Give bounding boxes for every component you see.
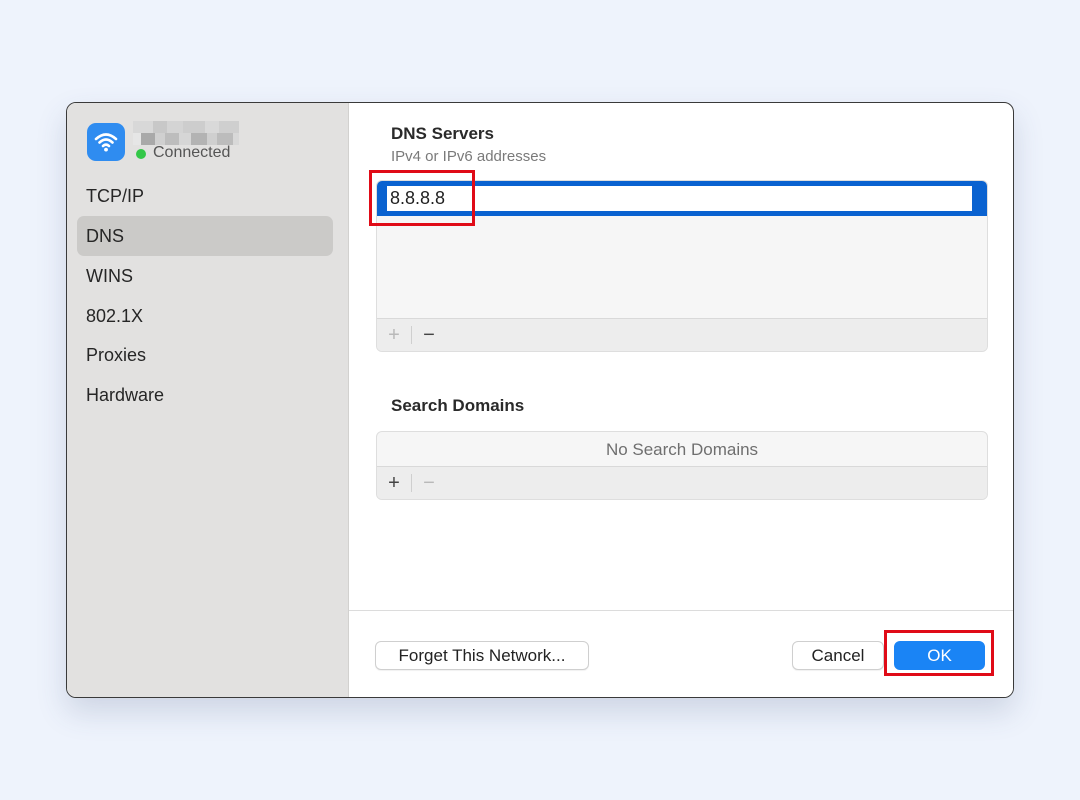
dns-panel: DNS Servers IPv4 or IPv6 addresses + − S… xyxy=(349,103,1013,697)
search-domains-empty-text: No Search Domains xyxy=(605,440,759,459)
dns-server-row-selected[interactable] xyxy=(377,181,987,216)
sidebar: Connected TCP/IP DNS WINS 802.1X Proxies… xyxy=(67,103,349,697)
dns-servers-subtitle: IPv4 or IPv6 addresses xyxy=(391,148,547,165)
connected-status-dot xyxy=(136,149,146,159)
dialog-footer: Forget This Network... Cancel OK xyxy=(349,610,1013,697)
search-domains-list: No Search Domains + − xyxy=(376,431,988,500)
sidebar-item-proxies[interactable]: Proxies xyxy=(77,335,333,375)
add-dns-server-button[interactable]: + xyxy=(378,319,410,351)
ok-button[interactable]: OK xyxy=(894,641,985,670)
sidebar-item-tcpip[interactable]: TCP/IP xyxy=(77,176,333,216)
search-domains-footer: + − xyxy=(377,466,987,499)
network-dns-dialog: Connected TCP/IP DNS WINS 802.1X Proxies… xyxy=(66,102,1014,698)
sidebar-item-dns[interactable]: DNS xyxy=(77,216,333,256)
remove-dns-server-button[interactable]: − xyxy=(413,319,445,351)
sidebar-item-wins[interactable]: WINS xyxy=(77,256,333,296)
dns-list-footer: + − xyxy=(377,318,987,351)
remove-search-domain-button[interactable]: − xyxy=(413,467,445,499)
cancel-button[interactable]: Cancel xyxy=(792,641,884,670)
sidebar-item-hardware[interactable]: Hardware xyxy=(77,375,333,415)
connection-status: Connected xyxy=(153,144,231,161)
add-search-domain-button[interactable]: + xyxy=(378,467,410,499)
wifi-icon xyxy=(87,123,125,161)
forget-network-button[interactable]: Forget This Network... xyxy=(375,641,589,670)
dns-servers-title: DNS Servers xyxy=(391,124,495,143)
divider xyxy=(411,474,412,492)
search-domains-title: Search Domains xyxy=(391,396,525,415)
dns-servers-list: + − xyxy=(376,180,988,352)
divider xyxy=(411,326,412,344)
sidebar-item-8021x[interactable]: 802.1X xyxy=(77,296,333,336)
dns-server-input[interactable] xyxy=(387,186,972,211)
network-header: Connected xyxy=(87,121,337,167)
